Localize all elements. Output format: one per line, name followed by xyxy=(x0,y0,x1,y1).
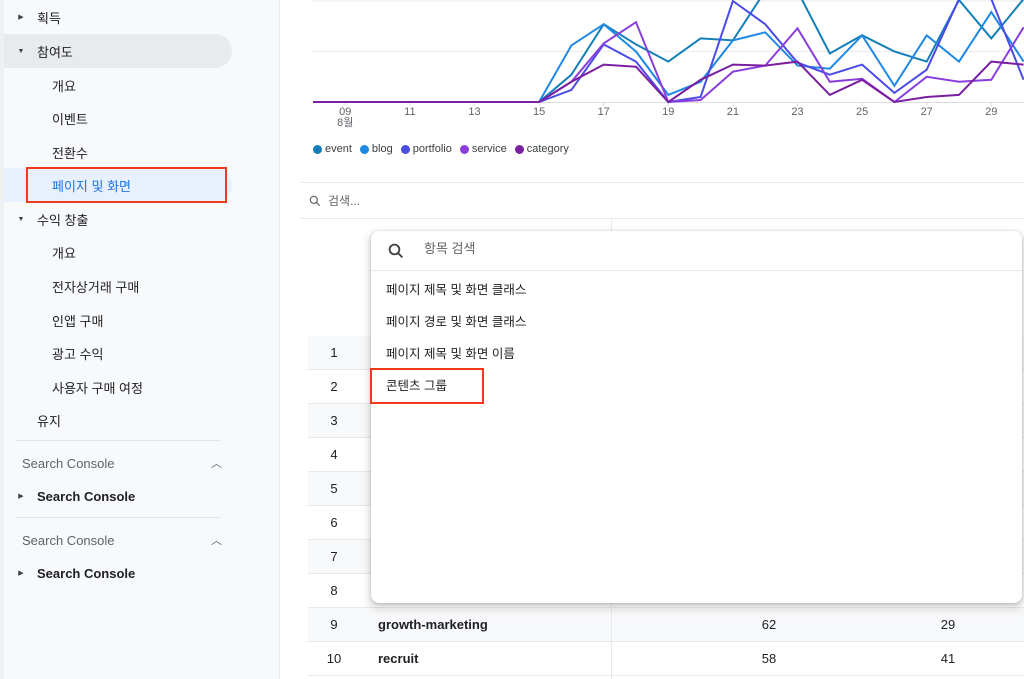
caret-right-icon: ▶ xyxy=(18,570,24,577)
dimension-picker-popup: 페이지 제목 및 화면 클래스 페이지 경로 및 화면 클래스 페이지 제목 및… xyxy=(371,231,1022,603)
row-index: 1 xyxy=(330,345,338,360)
caret-right-icon: ▶ xyxy=(18,14,24,21)
analytics-page: ▶ 획득 ▼ 참여도 개요 이벤트 전환수 페이지 및 화면 ▼ 수익 창출 개… xyxy=(0,0,1024,679)
legend-dot-icon xyxy=(313,144,322,154)
x-tick-text: 15 xyxy=(532,106,546,118)
x-tick-text: 25 xyxy=(855,106,869,118)
dimension-option-content-group[interactable]: 콘텐츠 그룹 xyxy=(371,368,1022,400)
sidebar-item-label: 획득 xyxy=(37,10,61,26)
x-tick-label: 23 xyxy=(791,107,803,118)
legend-label: event xyxy=(325,143,352,155)
table-search-bar xyxy=(300,182,1024,219)
section-header-search-console-1[interactable]: Search Console ︿ xyxy=(22,448,222,478)
section-title: Search Console xyxy=(22,532,115,548)
sidebar-item-label: 인앱 구매 xyxy=(52,313,104,329)
legend-label: portfolio xyxy=(412,143,452,155)
dimension-option[interactable]: 페이지 제목 및 화면 이름 xyxy=(371,336,1022,368)
x-tick-label: 17 xyxy=(598,107,610,118)
legend-item-service[interactable]: service xyxy=(459,143,507,155)
x-tick-label: 11 xyxy=(404,107,415,118)
sidebar-item-label: Search Console xyxy=(37,565,136,581)
x-tick-label: 13 xyxy=(468,107,480,118)
sidebar-item-label: 전자상거래 구매 xyxy=(52,279,140,295)
legend-dot-icon xyxy=(514,144,524,154)
row-index: 4 xyxy=(330,447,338,462)
table-row[interactable]: 9 growth-marketing 62 29 xyxy=(308,608,1024,642)
sidebar-item-label: 사용자 구매 여정 xyxy=(52,380,143,396)
row-index: 9 xyxy=(330,617,338,632)
row-value-2: 29 xyxy=(940,617,956,632)
row-name: growth-marketing xyxy=(378,617,488,632)
row-value-2: 41 xyxy=(940,651,956,666)
legend-item-blog[interactable]: blog xyxy=(359,143,393,155)
x-tick-label: 27 xyxy=(921,107,933,118)
row-name: recruit xyxy=(378,651,419,666)
series-line-blog[interactable] xyxy=(313,10,1024,103)
section-title: Search Console xyxy=(22,455,115,471)
search-icon xyxy=(388,243,404,259)
sidebar-item-label: Search Console xyxy=(37,488,136,504)
chevron-up-icon: ︿ xyxy=(211,458,222,470)
dimension-option[interactable]: 페이지 제목 및 화면 클래스 xyxy=(371,272,1022,304)
row-index: 10 xyxy=(326,651,342,666)
sidebar-item-label: 전환수 xyxy=(52,145,88,161)
legend-dot-icon xyxy=(459,144,469,154)
row-index: 8 xyxy=(330,583,338,598)
x-tick-label: 15 xyxy=(533,107,545,118)
table-row[interactable]: 10 recruit 58 41 xyxy=(308,642,1024,676)
x-tick-text: 17 xyxy=(597,106,610,118)
sidebar-item-label: 유지 xyxy=(37,413,61,429)
row-index: 3 xyxy=(330,413,338,428)
x-tick-label: 29 xyxy=(985,107,997,118)
x-tick-text: 13 xyxy=(468,106,481,118)
row-index: 7 xyxy=(330,549,338,564)
sidebar-divider xyxy=(15,440,221,441)
section-header-search-console-2[interactable]: Search Console ︿ xyxy=(22,525,222,555)
x-tick-label: 09 8월 xyxy=(337,107,353,129)
legend-dot-icon xyxy=(359,144,369,154)
sidebar-item-engagement[interactable]: ▼ 참여도 xyxy=(4,34,232,68)
x-tick-label: 21 xyxy=(727,107,739,118)
x-tick-text: 11 xyxy=(404,106,416,118)
chart-legend: event blog portfolio service category xyxy=(313,143,569,155)
legend-label: service xyxy=(471,143,507,155)
legend-item-event[interactable]: event xyxy=(313,143,352,155)
x-tick-text: 27 xyxy=(920,106,933,118)
sidebar-divider xyxy=(15,517,221,518)
row-index: 2 xyxy=(330,379,338,394)
caret-down-icon: ▼ xyxy=(17,215,25,223)
legend-dot-icon xyxy=(400,144,410,154)
legend-label: blog xyxy=(371,143,393,155)
sidebar-nav: ▶ 획득 ▼ 참여도 개요 이벤트 전환수 페이지 및 화면 ▼ 수익 창출 개… xyxy=(0,0,280,679)
table-search-input[interactable] xyxy=(328,193,628,208)
caret-right-icon: ▶ xyxy=(18,493,24,500)
sidebar-item-label: 개요 xyxy=(52,245,76,261)
sidebar-item-label: 수익 창출 xyxy=(37,212,89,228)
x-tick-label: 25 xyxy=(856,107,868,118)
sidebar-item-label: 광고 수익 xyxy=(52,346,104,362)
x-tick-text: 19 xyxy=(662,106,675,118)
legend-label: category xyxy=(526,143,569,155)
popup-search-bar xyxy=(371,231,1022,271)
legend-item-category[interactable]: category xyxy=(514,143,569,155)
sidebar-item-pages-and-screens[interactable]: 페이지 및 화면 xyxy=(4,168,232,202)
row-index: 6 xyxy=(330,515,338,530)
x-tick-text: 23 xyxy=(791,106,804,118)
sidebar-item-label: 참여도 xyxy=(37,44,73,60)
x-tick-text: 21 xyxy=(726,106,740,118)
chevron-up-icon: ︿ xyxy=(211,535,222,547)
line-chart xyxy=(313,0,1024,106)
x-month-label: 8월 xyxy=(337,117,354,129)
x-tick-text: 29 xyxy=(985,106,998,118)
caret-down-icon: ▼ xyxy=(17,47,25,55)
x-tick-label: 19 xyxy=(662,107,674,118)
legend-item-portfolio[interactable]: portfolio xyxy=(400,143,452,155)
popup-search-input[interactable] xyxy=(424,241,924,256)
search-icon xyxy=(309,195,321,206)
sidebar-item-label: 이벤트 xyxy=(52,111,88,127)
row-index: 5 xyxy=(330,481,338,496)
sidebar-item-label: 페이지 및 화면 xyxy=(52,178,131,194)
dimension-option[interactable]: 페이지 경로 및 화면 클래스 xyxy=(371,304,1022,336)
sidebar-item-label: 개요 xyxy=(52,78,76,94)
